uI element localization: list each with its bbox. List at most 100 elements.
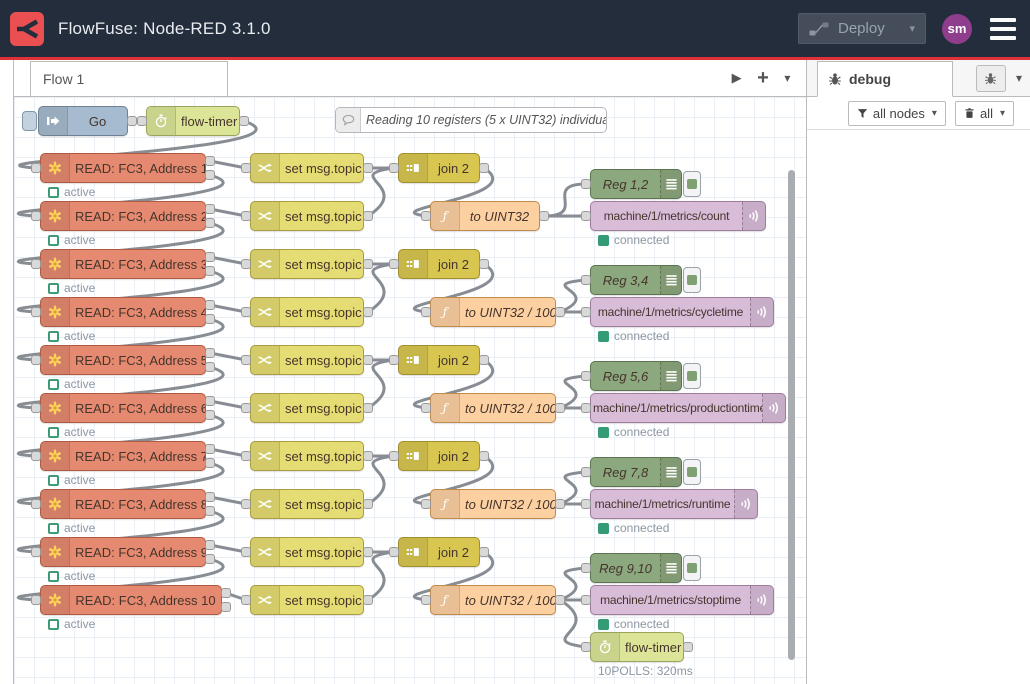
node-join1[interactable]: join 2: [398, 153, 480, 183]
node-join5[interactable]: join 2: [398, 537, 480, 567]
output-port[interactable]: [205, 314, 215, 324]
output-port[interactable]: [539, 211, 549, 221]
input-port[interactable]: [581, 371, 591, 381]
output-port[interactable]: [363, 211, 373, 221]
node-read1[interactable]: READ: FC3, Address 1: [40, 153, 206, 183]
node-ch9[interactable]: set msg.topic: [250, 537, 364, 567]
node-ch10[interactable]: set msg.topic: [250, 585, 364, 615]
node-dbg2[interactable]: Reg 3,4: [590, 265, 682, 295]
output-port[interactable]: [205, 252, 215, 262]
output-port[interactable]: [555, 307, 565, 317]
input-port[interactable]: [421, 595, 431, 605]
output-port[interactable]: [205, 300, 215, 310]
input-port[interactable]: [31, 451, 41, 461]
output-port[interactable]: [205, 218, 215, 228]
node-read10[interactable]: READ: FC3, Address 10: [40, 585, 222, 615]
output-port[interactable]: [555, 403, 565, 413]
node-fn1[interactable]: ƒto UINT32: [430, 201, 540, 231]
tab-flow-1[interactable]: Flow 1: [30, 61, 228, 96]
output-port[interactable]: [363, 259, 373, 269]
input-port[interactable]: [581, 642, 591, 652]
node-join2[interactable]: join 2: [398, 249, 480, 279]
output-port[interactable]: [555, 595, 565, 605]
node-read7[interactable]: READ: FC3, Address 7: [40, 441, 206, 471]
output-port[interactable]: [205, 410, 215, 420]
node-ch3[interactable]: set msg.topic: [250, 249, 364, 279]
sidebar-menu-caret-icon[interactable]: ▾: [1016, 71, 1022, 85]
input-port[interactable]: [581, 403, 591, 413]
input-port[interactable]: [389, 451, 399, 461]
input-port[interactable]: [581, 307, 591, 317]
deploy-caret-icon[interactable]: ▾: [909, 22, 915, 35]
inject-trigger-button[interactable]: [22, 111, 37, 131]
output-port[interactable]: [205, 170, 215, 180]
node-read4[interactable]: READ: FC3, Address 4: [40, 297, 206, 327]
input-port[interactable]: [581, 499, 591, 509]
node-ch4[interactable]: set msg.topic: [250, 297, 364, 327]
output-port[interactable]: [205, 506, 215, 516]
node-read3[interactable]: READ: FC3, Address 3: [40, 249, 206, 279]
wire[interactable]: [368, 360, 394, 408]
output-port[interactable]: [221, 602, 231, 612]
input-port[interactable]: [241, 307, 251, 317]
node-ch2[interactable]: set msg.topic: [250, 201, 364, 231]
node-read6[interactable]: READ: FC3, Address 6: [40, 393, 206, 423]
node-ch5[interactable]: set msg.topic: [250, 345, 364, 375]
input-port[interactable]: [421, 307, 431, 317]
debug-toggle-button[interactable]: [683, 363, 701, 389]
input-port[interactable]: [581, 595, 591, 605]
input-port[interactable]: [241, 211, 251, 221]
user-avatar[interactable]: sm: [942, 14, 972, 44]
node-ch6[interactable]: set msg.topic: [250, 393, 364, 423]
input-port[interactable]: [241, 547, 251, 557]
deploy-button[interactable]: Deploy ▾: [798, 13, 926, 44]
debug-toggle-button[interactable]: [683, 171, 701, 197]
input-port[interactable]: [31, 403, 41, 413]
node-mq3[interactable]: machine/1/metrics/productiontime: [590, 393, 786, 423]
output-port[interactable]: [479, 163, 489, 173]
node-timer_top[interactable]: flow-timer: [146, 106, 240, 136]
node-dbg5[interactable]: Reg 9,10: [590, 553, 682, 583]
input-port[interactable]: [241, 499, 251, 509]
input-port[interactable]: [241, 163, 251, 173]
run-flow-button[interactable]: ▶: [732, 70, 742, 86]
input-port[interactable]: [31, 163, 41, 173]
input-port[interactable]: [241, 259, 251, 269]
node-mq2[interactable]: machine/1/metrics/cycletime: [590, 297, 774, 327]
output-port[interactable]: [479, 259, 489, 269]
output-port[interactable]: [479, 451, 489, 461]
input-port[interactable]: [421, 403, 431, 413]
input-port[interactable]: [31, 499, 41, 509]
output-port[interactable]: [205, 444, 215, 454]
clear-debug-button[interactable]: all ▾: [955, 101, 1014, 126]
input-port[interactable]: [241, 595, 251, 605]
output-port[interactable]: [205, 266, 215, 276]
output-port[interactable]: [205, 458, 215, 468]
node-read8[interactable]: READ: FC3, Address 8: [40, 489, 206, 519]
wire[interactable]: [368, 264, 394, 312]
output-port[interactable]: [205, 396, 215, 406]
input-port[interactable]: [421, 211, 431, 221]
input-port[interactable]: [421, 499, 431, 509]
node-join4[interactable]: join 2: [398, 441, 480, 471]
input-port[interactable]: [581, 467, 591, 477]
wire[interactable]: [368, 168, 394, 216]
output-port[interactable]: [205, 204, 215, 214]
input-port[interactable]: [31, 355, 41, 365]
node-fn3[interactable]: ƒto UINT32 / 100: [430, 393, 556, 423]
output-port[interactable]: [205, 492, 215, 502]
input-port[interactable]: [31, 547, 41, 557]
wire[interactable]: [368, 552, 394, 600]
node-ch7[interactable]: set msg.topic: [250, 441, 364, 471]
node-comment[interactable]: Reading 10 registers (5 x UINT32) indivi…: [335, 107, 607, 133]
input-port[interactable]: [389, 163, 399, 173]
filter-nodes-button[interactable]: all nodes ▾: [848, 101, 946, 126]
debug-messages-panel[interactable]: [807, 130, 1030, 684]
node-ch8[interactable]: set msg.topic: [250, 489, 364, 519]
output-port[interactable]: [479, 547, 489, 557]
node-ch1[interactable]: set msg.topic: [250, 153, 364, 183]
output-port[interactable]: [479, 355, 489, 365]
node-join3[interactable]: join 2: [398, 345, 480, 375]
input-port[interactable]: [581, 211, 591, 221]
input-port[interactable]: [241, 451, 251, 461]
